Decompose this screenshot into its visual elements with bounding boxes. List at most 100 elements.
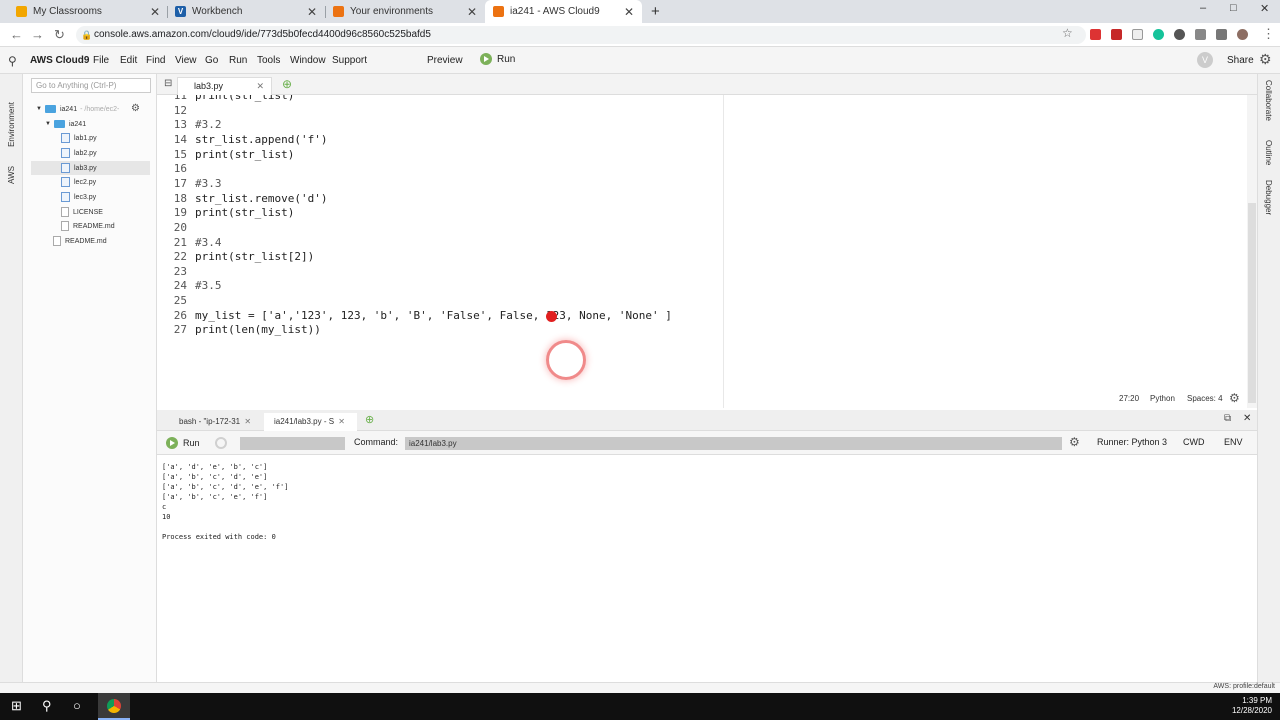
new-tab-icon[interactable]: +: [651, 3, 660, 20]
aws-tab[interactable]: AWS: [7, 166, 16, 184]
puzzle-icon[interactable]: [1216, 29, 1227, 40]
search-icon[interactable]: ⚲: [42, 698, 52, 714]
system-clock[interactable]: 1:39 PM 12/28/2020: [1232, 696, 1272, 716]
more-icon[interactable]: ⋮: [1262, 26, 1275, 42]
gear-icon[interactable]: ⚙: [1069, 435, 1080, 449]
share-button[interactable]: Share: [1227, 55, 1254, 66]
cwd-button[interactable]: CWD: [1183, 437, 1205, 447]
close-icon[interactable]: ✕: [244, 417, 251, 426]
tree-file-root-readme[interactable]: README.md: [53, 234, 107, 248]
environment-tab[interactable]: Environment: [7, 102, 16, 147]
goto-anything-input[interactable]: Go to Anything (Ctrl-P): [31, 78, 151, 93]
url-field[interactable]: 🔒 console.aws.amazon.com/cloud9/ide/773d…: [76, 26, 1086, 44]
close-icon[interactable]: ✕: [307, 5, 317, 19]
extension-icon[interactable]: [1174, 29, 1185, 40]
menu-support[interactable]: Support: [332, 55, 367, 66]
close-icon[interactable]: ✕: [256, 78, 264, 95]
preview-button[interactable]: Preview: [427, 55, 463, 66]
output-line: ['a', 'b', 'c', 'd', 'e']: [162, 473, 268, 481]
tree-file-lec3[interactable]: lec3.py: [61, 190, 96, 204]
document-icon[interactable]: [1132, 29, 1143, 40]
reload-icon[interactable]: ↻: [54, 27, 65, 43]
code-line: print(str_list): [195, 206, 295, 220]
line-number: 20: [173, 220, 187, 234]
tab-run-lab3[interactable]: ia241/lab3.py - S ✕: [264, 413, 357, 431]
extension-icon[interactable]: [1090, 29, 1101, 40]
command-input[interactable]: ia241/lab3.py: [405, 437, 1062, 450]
command-label: Command:: [354, 437, 399, 447]
browser-tab-your-environments[interactable]: Your environments ✕: [325, 0, 485, 23]
browser-tab-title: My Classrooms: [33, 6, 102, 17]
tree-root-path: - /home/ec2-: [80, 105, 120, 113]
console-output[interactable]: ['a', 'd', 'e', 'b', 'c'] ['a', 'b', 'c',…: [157, 455, 1257, 682]
star-icon[interactable]: ☆: [1062, 26, 1073, 40]
editor-scrollbar[interactable]: [1247, 95, 1257, 408]
maximize-panel-icon[interactable]: ⧉: [1224, 413, 1231, 424]
debugger-tab[interactable]: Debugger: [1264, 180, 1273, 215]
tree-file-lec2[interactable]: lec2.py: [61, 175, 96, 189]
camera-icon[interactable]: [1195, 29, 1206, 40]
tab-label: bash - "ip-172-31: [179, 417, 241, 426]
tab-lab3[interactable]: lab3.py ✕: [177, 77, 272, 95]
restart-icon[interactable]: [215, 437, 227, 449]
extension-icon[interactable]: [1111, 29, 1122, 40]
tree-file-lab3[interactable]: lab3.py: [31, 161, 150, 175]
tab-menu-icon[interactable]: ⊟: [164, 78, 172, 89]
browser-tab-cloud9[interactable]: ia241 - AWS Cloud9 ✕: [485, 0, 642, 23]
add-tab-icon[interactable]: ⊕: [365, 413, 374, 426]
c9-brand[interactable]: AWS Cloud9: [30, 55, 89, 66]
indent-setting[interactable]: Spaces: 4: [1187, 394, 1223, 403]
avatar[interactable]: V: [1197, 52, 1213, 68]
python-file-icon: [61, 192, 70, 202]
tree-folder-ia241[interactable]: ▼ ia241: [45, 117, 86, 131]
collaborate-tab[interactable]: Collaborate: [1264, 80, 1273, 121]
menu-tools[interactable]: Tools: [257, 55, 280, 66]
language-mode[interactable]: Python: [1150, 394, 1175, 403]
code-line: #3.3: [195, 176, 222, 190]
task-view-icon[interactable]: ○: [73, 698, 81, 713]
menu-file[interactable]: File: [93, 55, 109, 66]
forward-icon[interactable]: →: [31, 27, 44, 42]
tree-file-lab2[interactable]: lab2.py: [61, 146, 97, 160]
menu-go[interactable]: Go: [205, 55, 218, 66]
tab-bash[interactable]: bash - "ip-172-31 ✕: [169, 413, 262, 431]
tree-file-readme[interactable]: README.md: [61, 219, 115, 233]
close-icon[interactable]: ✕: [624, 5, 634, 19]
run-button[interactable]: Run: [480, 53, 515, 65]
close-icon[interactable]: ✕: [338, 417, 345, 426]
outline-tab[interactable]: Outline: [1264, 140, 1273, 165]
tree-file-license[interactable]: LICENSE: [61, 205, 103, 219]
code-editor[interactable]: 11 print(str_list) 12 13 #3.2 14 str_list.appe…: [157, 95, 1247, 408]
gear-icon[interactable]: ⚙: [1229, 391, 1240, 405]
add-tab-icon[interactable]: ⊕: [282, 77, 292, 91]
back-icon[interactable]: ←: [10, 27, 23, 42]
chrome-taskbar-button[interactable]: [98, 693, 130, 720]
menu-run[interactable]: Run: [229, 55, 247, 66]
minimize-icon[interactable]: –: [1200, 2, 1206, 14]
close-icon[interactable]: ✕: [467, 5, 477, 19]
cursor-position[interactable]: 27:20: [1119, 394, 1139, 403]
close-icon[interactable]: ✕: [150, 5, 160, 19]
maximize-icon[interactable]: □: [1230, 2, 1237, 14]
close-panel-icon[interactable]: ✕: [1243, 413, 1251, 424]
profile-avatar[interactable]: [1237, 29, 1248, 40]
runner-run-button[interactable]: Run: [166, 437, 200, 449]
python-file-icon: [61, 148, 70, 158]
browser-tab-workbench[interactable]: V Workbench ✕: [167, 0, 325, 23]
tree-file-lab1[interactable]: lab1.py: [61, 131, 97, 145]
grammarly-icon[interactable]: [1153, 29, 1164, 40]
gear-icon[interactable]: ⚙: [131, 103, 140, 114]
gear-icon[interactable]: ⚙: [1259, 51, 1272, 68]
env-button[interactable]: ENV: [1224, 437, 1243, 447]
menu-window[interactable]: Window: [290, 55, 326, 66]
browser-tab-my-classrooms[interactable]: My Classrooms ✕: [8, 0, 168, 23]
search-icon[interactable]: ⚲: [8, 54, 17, 68]
close-window-icon[interactable]: ✕: [1260, 2, 1269, 15]
runner-select[interactable]: Runner: Python 3: [1097, 437, 1167, 447]
python-file-icon: [61, 163, 70, 173]
menu-find[interactable]: Find: [146, 55, 165, 66]
code-line: str_list.append('f'): [195, 132, 328, 146]
windows-start-icon[interactable]: ⊞: [11, 698, 22, 714]
menu-edit[interactable]: Edit: [120, 55, 137, 66]
menu-view[interactable]: View: [175, 55, 197, 66]
